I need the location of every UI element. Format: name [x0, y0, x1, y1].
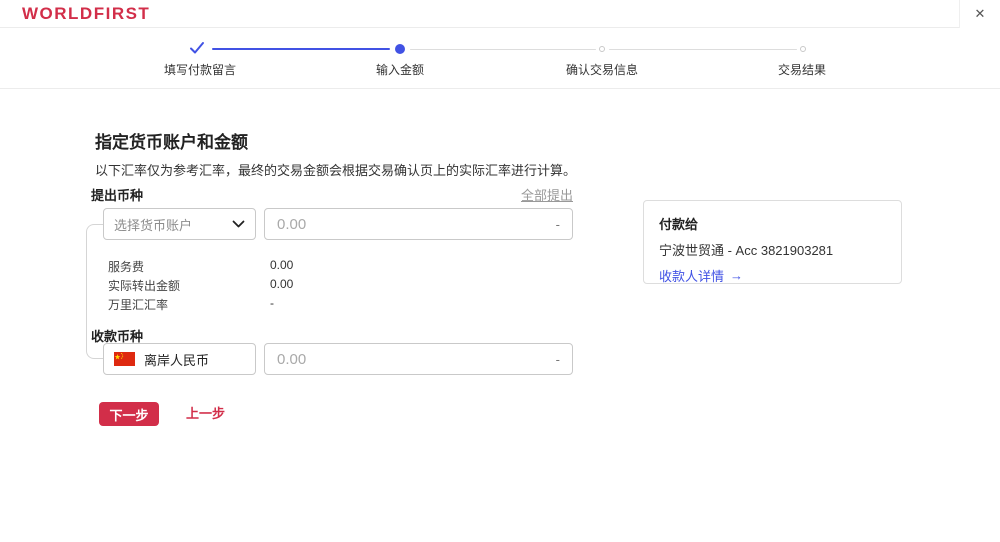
exchange-rate-label: 万里汇汇率 — [108, 298, 168, 312]
step-label-result: 交易结果 — [778, 61, 826, 78]
exchange-rate-row: 万里汇汇率 - — [108, 296, 468, 313]
actual-transfer-row: 实际转出金额 0.00 — [108, 277, 468, 294]
next-step-button[interactable]: 下一步 — [99, 402, 159, 426]
source-account-placeholder: 选择货币账户 — [114, 215, 232, 234]
target-currency-value: 离岸人民币 — [144, 350, 245, 369]
withdraw-all-link[interactable]: 全部提出 — [521, 185, 573, 204]
step-label-enter-amount: 输入金额 — [376, 61, 424, 78]
chevron-down-icon — [232, 220, 245, 228]
payee-name-and-account: 宁波世贸通 - Acc 3821903281 — [659, 240, 886, 259]
stepper-line-done — [212, 48, 390, 50]
source-amount-field: - — [264, 208, 573, 240]
target-amount-field: - — [264, 343, 573, 375]
close-button[interactable]: ✕ — [959, 0, 1000, 28]
fee-label: 服务费 — [108, 260, 144, 274]
payee-details-link[interactable]: 收款人详情 → — [659, 266, 743, 285]
target-currency-select[interactable]: 离岸人民币 — [103, 343, 256, 375]
page-title: 指定货币账户和金额 — [95, 128, 248, 153]
stepper-line-pending-2 — [609, 49, 797, 50]
step-done-check-icon — [189, 41, 205, 55]
fee-value: 0.00 — [270, 258, 293, 272]
actual-transfer-value: 0.00 — [270, 277, 293, 291]
arrow-right-icon: → — [730, 268, 743, 283]
cn-flag-icon — [114, 352, 135, 366]
fee-row: 服务费 0.00 — [108, 258, 468, 275]
step-pending-dot-2 — [800, 46, 806, 52]
step-label-confirm-info: 确认交易信息 — [566, 61, 638, 78]
source-account-select[interactable]: 选择货币账户 — [103, 208, 256, 240]
payee-card-title: 付款给 — [659, 214, 886, 233]
previous-step-button[interactable]: 上一步 — [186, 402, 225, 426]
target-amount-input[interactable] — [277, 351, 556, 368]
header: WORLDFIRST ✕ — [0, 0, 1000, 28]
source-amount-input[interactable] — [277, 216, 556, 233]
payment-modal: WORLDFIRST ✕ 填写付款留言 输入金额 确认交易信息 交易结果 指定货… — [0, 0, 1000, 542]
step-label-payment-note: 填写付款留言 — [164, 61, 236, 78]
source-amount-suffix: - — [556, 217, 560, 232]
close-icon: ✕ — [975, 6, 986, 22]
actual-transfer-label: 实际转出金额 — [108, 279, 180, 293]
page-subtitle: 以下汇率仅为参考汇率，最终的交易金额会根据交易确认页上的实际汇率进行计算。 — [95, 160, 576, 179]
step-pending-dot-1 — [599, 46, 605, 52]
payee-details-link-label: 收款人详情 — [659, 266, 724, 285]
payee-card: 付款给 宁波世贸通 - Acc 3821903281 收款人详情 → — [643, 200, 902, 284]
target-amount-suffix: - — [556, 352, 560, 367]
worldfirst-logo: WORLDFIRST — [22, 0, 150, 28]
stepper-line-pending-1 — [410, 49, 596, 50]
exchange-rate-value: - — [270, 296, 274, 310]
source-currency-label: 提出币种 — [91, 185, 143, 204]
step-active-dot — [395, 44, 405, 54]
progress-stepper: 填写付款留言 输入金额 确认交易信息 交易结果 — [0, 28, 1000, 89]
